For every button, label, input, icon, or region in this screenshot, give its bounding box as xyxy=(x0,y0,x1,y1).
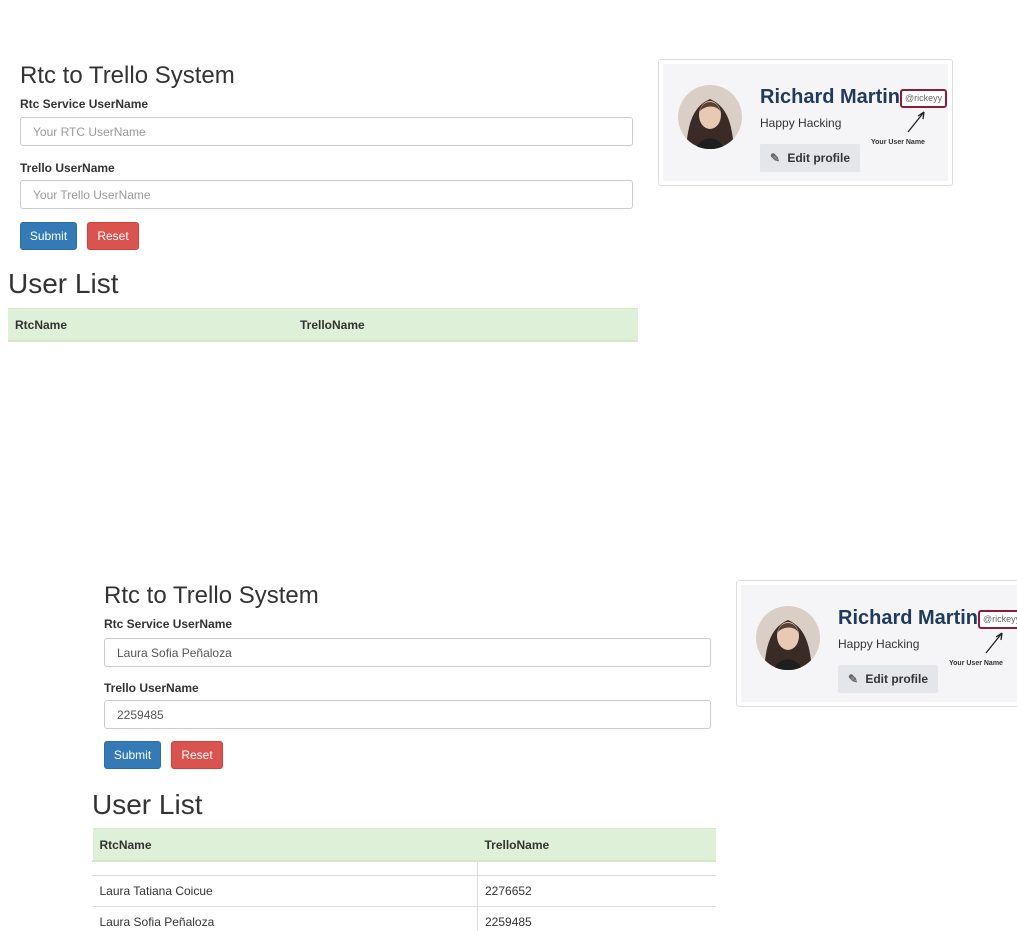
table-cell-trelloname xyxy=(477,860,716,876)
user-table: RtcName TrelloName Laura Tatiana Coicue … xyxy=(92,828,716,931)
table-row xyxy=(92,860,716,876)
table-cell-rtcname: Laura Tatiana Coicue xyxy=(92,875,478,907)
profile-name: Richard Martin xyxy=(838,607,979,629)
pencil-icon: ✎ xyxy=(848,672,859,686)
reset-button[interactable]: Reset xyxy=(171,741,223,769)
avatar xyxy=(678,85,742,149)
edit-profile-label: Edit profile xyxy=(865,672,929,686)
table-cell-rtcname: Laura Sofia Peñaloza xyxy=(92,906,478,931)
top-screen: Rtc to Trello System Rtc Service UserNam… xyxy=(0,0,1017,440)
annotation-arrow-icon xyxy=(907,111,925,133)
page-title: Rtc to Trello System xyxy=(104,582,319,609)
avatar xyxy=(756,606,820,670)
user-list-title: User List xyxy=(92,789,203,820)
page-title: Rtc to Trello System xyxy=(20,62,235,89)
table-cell-rtcname xyxy=(92,860,478,876)
edit-profile-label: Edit profile xyxy=(787,151,851,165)
rtc-username-label: Rtc Service UserName xyxy=(20,97,149,111)
profile-tagline: Happy Hacking xyxy=(760,116,842,130)
table-row: Laura Tatiana Coicue 2276652 xyxy=(92,875,716,907)
reset-button[interactable]: Reset xyxy=(87,222,139,250)
trello-username-label: Trello UserName xyxy=(20,161,115,175)
submit-button[interactable]: Submit xyxy=(104,741,161,769)
table-header-row: RtcName TrelloName xyxy=(8,308,638,342)
column-header-rtcname: RtcName xyxy=(8,308,293,342)
profile-handle: @rickeyy xyxy=(900,89,948,108)
table-row: Laura Sofia Peñaloza 2259485 xyxy=(92,906,716,931)
pencil-icon: ✎ xyxy=(770,151,781,165)
profile-card: Richard Martin @rickeyy Your User Name H… xyxy=(736,580,1017,707)
edit-profile-button[interactable]: ✎ Edit profile xyxy=(760,144,861,172)
trello-username-input[interactable] xyxy=(104,700,711,729)
rtc-username-label: Rtc Service UserName xyxy=(104,617,233,631)
trello-username-input[interactable] xyxy=(20,180,633,209)
rtc-username-input[interactable] xyxy=(20,117,633,146)
trello-username-label: Trello UserName xyxy=(104,681,199,695)
profile-name: Richard Martin xyxy=(760,86,901,108)
table-cell-trelloname: 2259485 xyxy=(477,906,716,931)
profile-handle: @rickeyy xyxy=(978,610,1017,629)
column-header-trelloname: TrelloName xyxy=(477,828,716,862)
user-table: RtcName TrelloName xyxy=(8,308,638,342)
column-header-rtcname: RtcName xyxy=(92,828,478,862)
username-annotation: Your User Name xyxy=(949,660,1003,667)
rtc-username-input[interactable] xyxy=(104,638,711,667)
table-cell-trelloname: 2276652 xyxy=(477,875,716,907)
edit-profile-button[interactable]: ✎ Edit profile xyxy=(838,665,939,693)
submit-button[interactable]: Submit xyxy=(20,222,77,250)
user-list-title: User List xyxy=(8,268,119,299)
profile-card: Richard Martin @rickeyy Your User Name H… xyxy=(658,59,953,186)
profile-tagline: Happy Hacking xyxy=(838,637,920,651)
bottom-screen: Rtc to Trello System Rtc Service UserNam… xyxy=(0,560,1017,931)
annotation-arrow-icon xyxy=(985,632,1003,654)
table-header-row: RtcName TrelloName xyxy=(92,828,716,862)
username-annotation: Your User Name xyxy=(871,139,925,146)
column-header-trelloname: TrelloName xyxy=(293,308,638,342)
